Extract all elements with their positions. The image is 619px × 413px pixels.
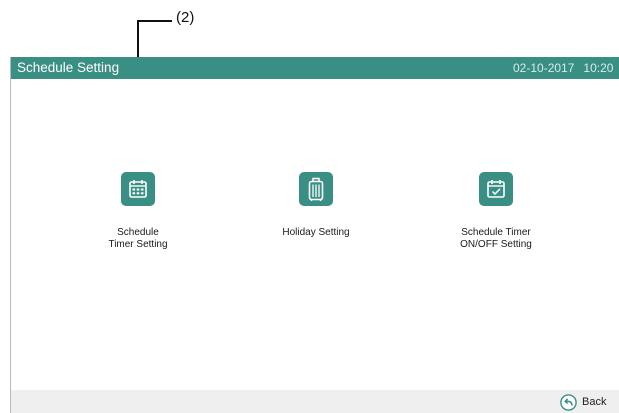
holiday-setting-button[interactable]: Holiday Setting — [241, 172, 391, 239]
tile-label-line2: ON/OFF Setting — [460, 239, 532, 250]
tile-label-line1: Schedule — [117, 227, 159, 238]
date-text: 02-10-2017 — [513, 61, 575, 75]
tile-label-line1: Schedule Timer — [461, 227, 531, 238]
footer-bar: Back — [11, 390, 619, 413]
datetime-display: 02-10-2017 10:20 — [513, 62, 613, 75]
tile-label: Schedule Timer Setting — [63, 227, 213, 251]
back-label: Back — [582, 396, 607, 408]
menu-area: Schedule Timer Setting Holiday Setting S… — [11, 79, 619, 390]
page: (2) Schedule Setting 02-10-2017 10:20 Sc… — [0, 0, 619, 413]
back-button[interactable]: Back — [560, 393, 606, 411]
tile-label: Holiday Setting — [241, 227, 391, 239]
title-bar: Schedule Setting 02-10-2017 10:20 — [11, 57, 619, 79]
callout-label: (2) — [176, 9, 195, 26]
back-arrow-icon — [560, 393, 577, 411]
calendar-grid-icon — [121, 172, 155, 206]
suitcase-icon — [299, 172, 333, 206]
time-text: 10:20 — [583, 61, 614, 75]
page-title: Schedule Setting — [17, 60, 120, 75]
tile-label: Schedule Timer ON/OFF Setting — [421, 227, 571, 251]
schedule-timer-onoff-setting-button[interactable]: Schedule Timer ON/OFF Setting — [421, 172, 571, 251]
callout-leader-horizontal — [137, 20, 172, 22]
device-screen: Schedule Setting 02-10-2017 10:20 Schedu… — [10, 57, 619, 413]
tile-label-line2: Timer Setting — [108, 239, 168, 250]
schedule-timer-setting-button[interactable]: Schedule Timer Setting — [63, 172, 213, 251]
calendar-check-icon — [479, 172, 513, 206]
tile-label-line1: Holiday Setting — [282, 227, 350, 238]
